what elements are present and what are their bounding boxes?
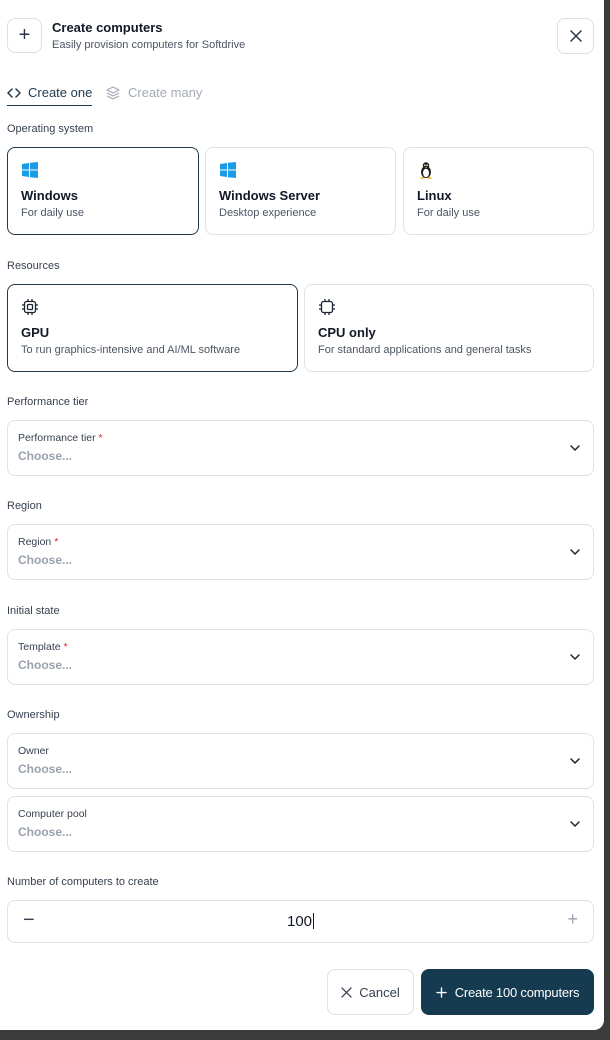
os-option-subtitle: For daily use [21, 207, 84, 219]
resource-option-title: GPU [21, 325, 50, 340]
tab-create-one[interactable]: Create one [7, 80, 93, 106]
plus-icon: + [7, 18, 42, 53]
owner-select[interactable]: Owner Choose... [7, 733, 594, 789]
owner-value: Choose... [18, 762, 73, 776]
required-marker: * [98, 432, 103, 444]
region-select[interactable]: Region * Choose... [7, 524, 594, 580]
resources-section-label: Resources [7, 260, 60, 272]
gpu-chip-icon [22, 299, 38, 315]
tab-create-many-label: Create many [128, 85, 203, 100]
plus-icon [435, 986, 447, 998]
resource-option-title: CPU only [318, 325, 376, 340]
initial-state-section-label: Initial state [7, 605, 60, 617]
ownership-section-label: Ownership [7, 709, 60, 721]
resource-option-subtitle: To run graphics-intensive and AI/ML soft… [21, 344, 241, 356]
template-value: Choose... [18, 658, 73, 672]
performance-tier-label: Performance tier * [18, 432, 103, 444]
tab-create-one-label: Create one [28, 85, 93, 100]
os-option-windows[interactable]: Windows For daily use [7, 147, 199, 235]
windows-icon [220, 162, 236, 178]
cpu-chip-icon [319, 299, 335, 315]
performance-tier-select[interactable]: Performance tier * Choose... [7, 420, 594, 476]
linux-icon [420, 162, 432, 179]
performance-tier-value: Choose... [18, 449, 73, 463]
region-section-label: Region [7, 500, 42, 512]
template-label: Template * [18, 641, 68, 653]
chevron-down-icon [570, 821, 580, 827]
chevron-down-icon [570, 654, 580, 660]
code-brackets-icon [7, 87, 21, 98]
create-button-label: Create 100 computers [454, 984, 580, 1000]
os-section-label: Operating system [7, 123, 94, 135]
required-marker: * [54, 536, 59, 548]
dialog-subtitle: Easily provision computers for Softdrive [52, 39, 246, 51]
quantity-stepper: − 100 + [7, 900, 594, 943]
os-option-windows-server[interactable]: Windows Server Desktop experience [205, 147, 396, 235]
dialog-header: + Create computers Easily provision comp… [7, 18, 597, 54]
computer-pool-value: Choose... [18, 825, 73, 839]
os-option-title: Windows Server [219, 188, 321, 203]
required-marker: * [63, 641, 68, 653]
close-icon [341, 986, 352, 998]
computer-pool-select[interactable]: Computer pool Choose... [7, 796, 594, 852]
increment-button[interactable]: + [567, 909, 578, 930]
resource-option-gpu[interactable]: GPU To run graphics-intensive and AI/ML … [7, 284, 298, 372]
active-tab-indicator [7, 104, 93, 106]
resource-option-subtitle: For standard applications and general ta… [318, 344, 532, 356]
os-option-subtitle: For daily use [417, 207, 480, 219]
region-value: Choose... [18, 553, 73, 567]
layers-icon [106, 85, 120, 100]
quantity-input[interactable]: 100 [8, 913, 593, 930]
os-option-subtitle: Desktop experience [219, 207, 317, 219]
computer-pool-label: Computer pool [18, 808, 87, 820]
close-button[interactable] [557, 18, 594, 54]
cancel-button[interactable]: Cancel [327, 969, 414, 1015]
region-label: Region * [18, 536, 59, 548]
dialog-title: Create computers [52, 20, 163, 35]
windows-icon [22, 162, 38, 178]
template-select[interactable]: Template * Choose... [7, 629, 594, 685]
os-option-title: Windows [21, 188, 78, 203]
cancel-button-label: Cancel [359, 984, 400, 1000]
os-option-title: Linux [417, 188, 452, 203]
chevron-down-icon [570, 758, 580, 764]
performance-section-label: Performance tier [7, 396, 89, 408]
chevron-down-icon [570, 445, 580, 451]
create-computers-dialog: + Create computers Easily provision comp… [0, 0, 604, 1030]
create-computers-button[interactable]: Create 100 computers [421, 969, 594, 1015]
close-icon [569, 30, 582, 42]
chevron-down-icon [570, 549, 580, 555]
os-option-linux[interactable]: Linux For daily use [403, 147, 594, 235]
resource-option-cpu[interactable]: CPU only For standard applications and g… [304, 284, 594, 372]
owner-label: Owner [18, 745, 49, 757]
count-section-label: Number of computers to create [7, 876, 159, 888]
tab-create-many[interactable]: Create many [105, 80, 202, 105]
